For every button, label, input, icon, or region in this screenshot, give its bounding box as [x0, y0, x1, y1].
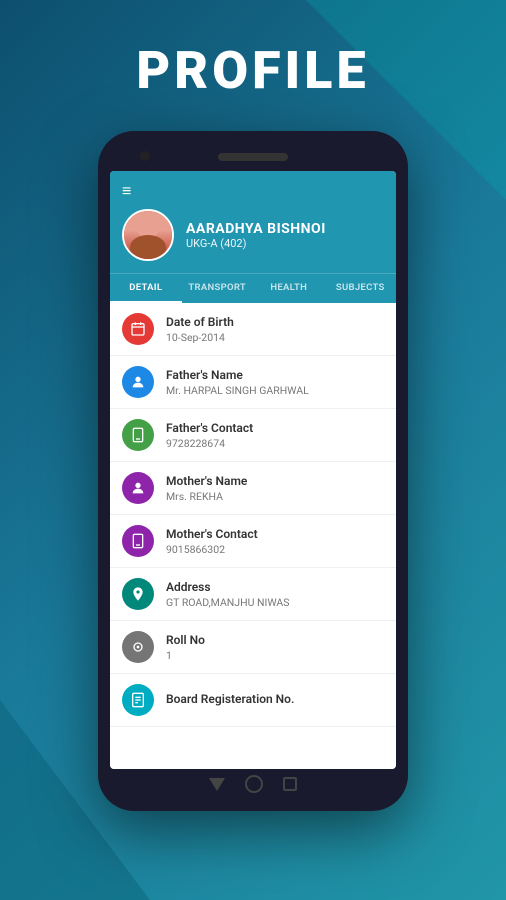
content-board-reg: Board Registeration No.	[166, 692, 384, 708]
tab-transport[interactable]: TRANSPORT	[182, 274, 254, 303]
list-item-father-contact: Father's Contact 9728228674	[110, 409, 396, 462]
back-button[interactable]	[209, 778, 225, 791]
list-item-mother-contact: Mother's Contact 9015866302	[110, 515, 396, 568]
label-mother-name: Mother's Name	[166, 474, 384, 488]
icon-mother-contact	[122, 525, 154, 557]
content-address: Address GT ROAD,MANJHU NIWAS	[166, 580, 384, 609]
tabs-bar: DETAIL TRANSPORT HEALTH SUBJECTS	[110, 273, 396, 303]
hamburger-button[interactable]: ≡	[122, 181, 384, 201]
label-mother-contact: Mother's Contact	[166, 527, 384, 541]
list-item-address: Address GT ROAD,MANJHU NIWAS	[110, 568, 396, 621]
icon-father-name	[122, 366, 154, 398]
profile-name: AARADHYA BISHNOI	[186, 221, 326, 237]
value-mother-contact: 9015866302	[166, 543, 384, 556]
phone-screen: ≡ AARADHYA BISHNOI UKG-A (402) DETA	[110, 171, 396, 769]
list-item-dob: Date of Birth 10-Sep-2014	[110, 303, 396, 356]
icon-board-reg	[122, 684, 154, 716]
label-board-reg: Board Registeration No.	[166, 692, 384, 706]
value-father-contact: 9728228674	[166, 437, 384, 450]
label-address: Address	[166, 580, 384, 594]
content-father-name: Father's Name Mr. HARPAL SINGH GARHWAL	[166, 368, 384, 397]
icon-mother-name	[122, 472, 154, 504]
phone-bottom-bar	[110, 769, 396, 799]
recents-button[interactable]	[283, 777, 297, 791]
label-dob: Date of Birth	[166, 315, 384, 329]
content-dob: Date of Birth 10-Sep-2014	[166, 315, 384, 344]
profile-info: AARADHYA BISHNOI UKG-A (402)	[186, 221, 326, 250]
value-address: GT ROAD,MANJHU NIWAS	[166, 596, 384, 609]
phone-speaker	[218, 153, 288, 161]
list-item-roll-no: Roll No 1	[110, 621, 396, 674]
phone-camera	[140, 151, 150, 161]
profile-row: AARADHYA BISHNOI UKG-A (402)	[122, 209, 384, 261]
profile-class: UKG-A (402)	[186, 237, 326, 250]
label-father-contact: Father's Contact	[166, 421, 384, 435]
phone-frame: ≡ AARADHYA BISHNOI UKG-A (402) DETA	[98, 131, 408, 811]
list-item-mother-name: Mother's Name Mrs. REKHA	[110, 462, 396, 515]
icon-dob	[122, 313, 154, 345]
label-father-name: Father's Name	[166, 368, 384, 382]
content-mother-contact: Mother's Contact 9015866302	[166, 527, 384, 556]
phone-top-bar	[110, 143, 396, 171]
value-roll-no: 1	[166, 649, 384, 662]
value-father-name: Mr. HARPAL SINGH GARHWAL	[166, 384, 384, 397]
value-dob: 10-Sep-2014	[166, 331, 384, 344]
detail-list: Date of Birth 10-Sep-2014 Father's Name …	[110, 303, 396, 769]
tab-subjects[interactable]: SUBJECTS	[325, 274, 397, 303]
icon-roll-no	[122, 631, 154, 663]
home-button[interactable]	[245, 775, 263, 793]
page-title: PROFILE	[136, 40, 369, 101]
tab-health[interactable]: HEALTH	[253, 274, 325, 303]
icon-father-contact	[122, 419, 154, 451]
value-mother-name: Mrs. REKHA	[166, 490, 384, 503]
icon-address	[122, 578, 154, 610]
list-item-father-name: Father's Name Mr. HARPAL SINGH GARHWAL	[110, 356, 396, 409]
tab-detail[interactable]: DETAIL	[110, 274, 182, 303]
app-screen: ≡ AARADHYA BISHNOI UKG-A (402) DETA	[110, 171, 396, 769]
label-roll-no: Roll No	[166, 633, 384, 647]
app-header: ≡ AARADHYA BISHNOI UKG-A (402)	[110, 171, 396, 273]
avatar	[122, 209, 174, 261]
content-roll-no: Roll No 1	[166, 633, 384, 662]
content-father-contact: Father's Contact 9728228674	[166, 421, 384, 450]
content-mother-name: Mother's Name Mrs. REKHA	[166, 474, 384, 503]
list-item-board-reg: Board Registeration No.	[110, 674, 396, 727]
